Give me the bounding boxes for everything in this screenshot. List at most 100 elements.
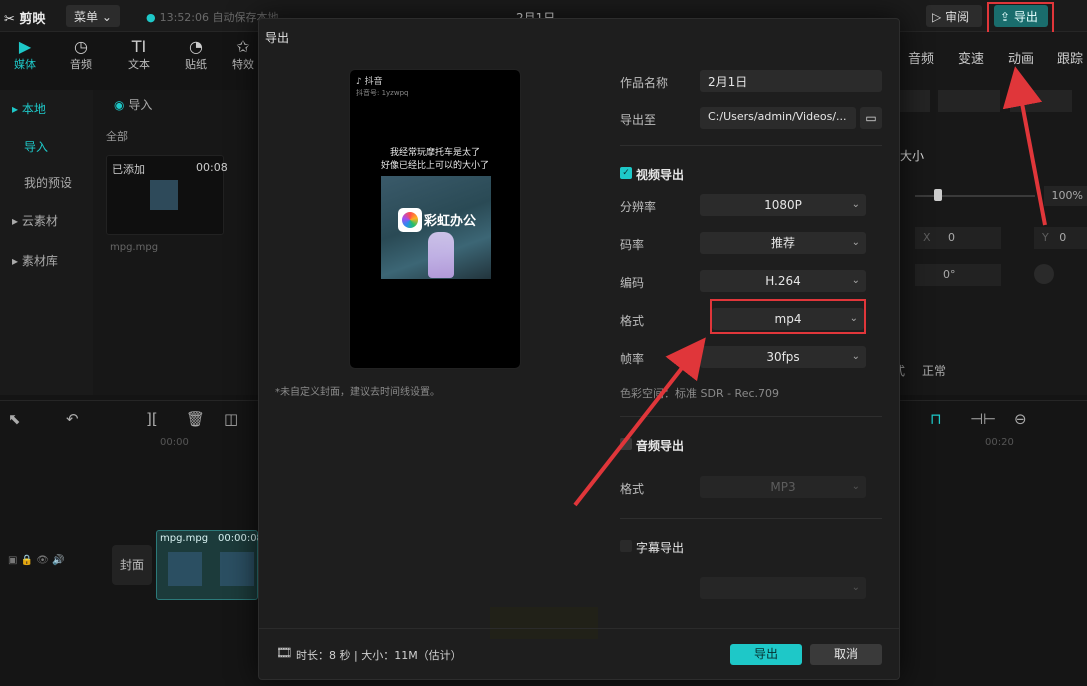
preview-brand: 彩虹办公 <box>424 214 477 229</box>
track-controls[interactable]: ▣ 🔒 👁 🔊 <box>8 555 65 566</box>
freeze-icon[interactable]: ◫ <box>224 410 238 428</box>
select-tool-icon[interactable]: ⬉ <box>8 410 21 428</box>
export-button[interactable]: 导出 <box>730 644 802 665</box>
cancel-button[interactable]: 取消 <box>810 644 882 665</box>
clip-frame <box>220 552 254 586</box>
audio-export-checkbox[interactable] <box>620 438 632 450</box>
subtitle-export-title: 字幕导出 <box>636 541 685 555</box>
bitrate-label: 码率 <box>620 238 645 252</box>
brand-logo-icon <box>402 212 418 228</box>
name-input[interactable]: 2月1日 <box>700 70 882 92</box>
audio-format-label: 格式 <box>620 482 645 496</box>
x-field[interactable]: X 0 <box>915 227 1001 249</box>
thumb-added-label: 已添加 <box>112 163 145 176</box>
scale-value[interactable]: 100% <box>1044 186 1087 206</box>
tab-right-speed[interactable]: 变速 <box>958 48 984 67</box>
effects-icon: ✩ <box>236 38 250 56</box>
export-top-button[interactable]: ⇪ 导出 <box>994 5 1048 27</box>
scale-slider-handle[interactable] <box>934 189 942 201</box>
media-icon: ▶ <box>18 37 32 56</box>
magnet-icon[interactable]: ⊓ <box>930 410 942 428</box>
undo-icon[interactable]: ↶ <box>66 410 79 428</box>
menu-button[interactable]: 菜单 ⌄ <box>66 5 120 27</box>
tab-effects[interactable]: ✩ 特效 <box>228 38 258 72</box>
background-overlay <box>490 607 598 639</box>
name-label: 作品名称 <box>620 76 669 90</box>
format-label: 格式 <box>620 314 645 328</box>
preview-figure <box>428 232 454 278</box>
chevron-down-icon: ⌄ <box>851 237 860 248</box>
delete-icon[interactable]: 🗑 <box>186 410 205 428</box>
clip-time: 00:00:08 <box>218 533 263 544</box>
check-circle-icon: ● <box>146 11 156 24</box>
review-icon: ▷ <box>932 10 942 24</box>
nav-local[interactable]: ▸ 本地 <box>12 100 46 117</box>
colorspace-info: 色彩空间：标准 SDR - Rec.709 <box>620 387 780 400</box>
codec-select[interactable]: H.264 ⌄ <box>700 270 866 292</box>
import-tab[interactable]: ◉ 导入 <box>114 96 152 113</box>
divider <box>620 145 882 146</box>
y-field[interactable]: Y 0 <box>1034 227 1087 249</box>
thumb-duration: 00:08 <box>196 161 228 174</box>
clip-frame <box>168 552 202 586</box>
nav-library[interactable]: ▸ 素材库 <box>12 252 58 269</box>
subtab-mask[interactable] <box>938 90 1000 112</box>
export-summary: 时长：8 秒 | 大小：11M（估计） <box>296 649 462 662</box>
chevron-down-icon: ⌄ <box>851 275 860 286</box>
tab-text[interactable]: TI 文本 <box>114 38 164 72</box>
format-highlight <box>710 299 866 334</box>
preview-caption: 好像已经比上可以的大小了 <box>380 161 489 171</box>
audio-format-select[interactable]: MP3 ⌄ <box>700 476 866 498</box>
divider <box>620 518 882 519</box>
subtab-adjust[interactable] <box>1010 90 1072 112</box>
import-icon: ◉ <box>114 98 125 112</box>
tab-media[interactable]: ▶ 媒体 <box>0 38 50 72</box>
split-icon[interactable]: ][ <box>146 410 158 428</box>
chevron-down-icon: ⌄ <box>851 351 860 362</box>
all-label: 全部 <box>106 130 128 143</box>
sticker-icon: ◔ <box>189 37 203 56</box>
ruler-start: 00:00 <box>160 437 189 448</box>
thumbnail-frame <box>150 180 178 210</box>
rotate-icon[interactable] <box>1034 264 1054 284</box>
tab-sticker[interactable]: ◔ 贴纸 <box>171 38 221 72</box>
review-button[interactable]: ▷ 审阅 <box>926 5 982 27</box>
nav-cloud[interactable]: ▸ 云素材 <box>12 212 58 229</box>
video-export-title: 视频导出 <box>636 168 685 182</box>
dialog-title: 导出 <box>265 31 290 45</box>
fps-select[interactable]: 30fps ⌄ <box>700 346 866 368</box>
tab-right-animation[interactable]: 动画 <box>1008 48 1034 67</box>
bitrate-select[interactable]: 推荐 ⌄ <box>700 232 866 254</box>
tab-right-tracking[interactable]: 跟踪 <box>1057 48 1083 67</box>
chevron-down-icon: ⌄ <box>851 582 860 593</box>
chevron-down-icon: ⌄ <box>851 199 860 210</box>
zoom-out-icon[interactable]: ⊖ <box>1014 410 1027 428</box>
resolution-select[interactable]: 1080P ⌄ <box>700 194 866 216</box>
folder-icon[interactable]: ▭ <box>860 107 882 129</box>
nav-import[interactable]: 导入 <box>24 138 48 155</box>
preview-caption: 我经常玩摩托车是太了 <box>389 148 480 158</box>
scale-slider[interactable] <box>915 195 1035 197</box>
video-export-checkbox[interactable]: ✓ <box>620 167 632 179</box>
codec-label: 编码 <box>620 276 645 290</box>
tab-right-audio[interactable]: 音频 <box>908 48 934 67</box>
nav-presets[interactable]: 我的预设 <box>24 174 72 191</box>
subtab-basic[interactable] <box>900 90 930 112</box>
chevron-down-icon: ⌄ <box>101 10 112 24</box>
share-icon: ⇪ <box>1000 10 1011 24</box>
subtitle-format-select[interactable]: ⌄ <box>700 577 866 599</box>
blend-value[interactable]: 正常 <box>922 362 946 379</box>
rotation-field[interactable]: 0° <box>915 264 1001 286</box>
link-icon[interactable]: ⊣⊢ <box>970 410 996 428</box>
preview-account: 抖音号: 1yzwpq <box>356 89 409 97</box>
subtitle-export-checkbox[interactable] <box>620 540 632 552</box>
chevron-down-icon: ⌄ <box>851 481 860 492</box>
tab-audio[interactable]: ◷ 音频 <box>56 38 106 72</box>
export-to-label: 导出至 <box>620 113 657 127</box>
audio-export-title: 音频导出 <box>636 439 685 453</box>
export-path-input[interactable]: C:/Users/admin/Videos/... <box>700 107 856 129</box>
cover-button[interactable]: 封面 <box>112 545 152 585</box>
audio-icon: ◷ <box>74 37 88 56</box>
cover-note: *未自定义封面，建议去时间线设置。 <box>275 387 440 398</box>
app-logo: ✂ 剪映 <box>4 12 46 27</box>
